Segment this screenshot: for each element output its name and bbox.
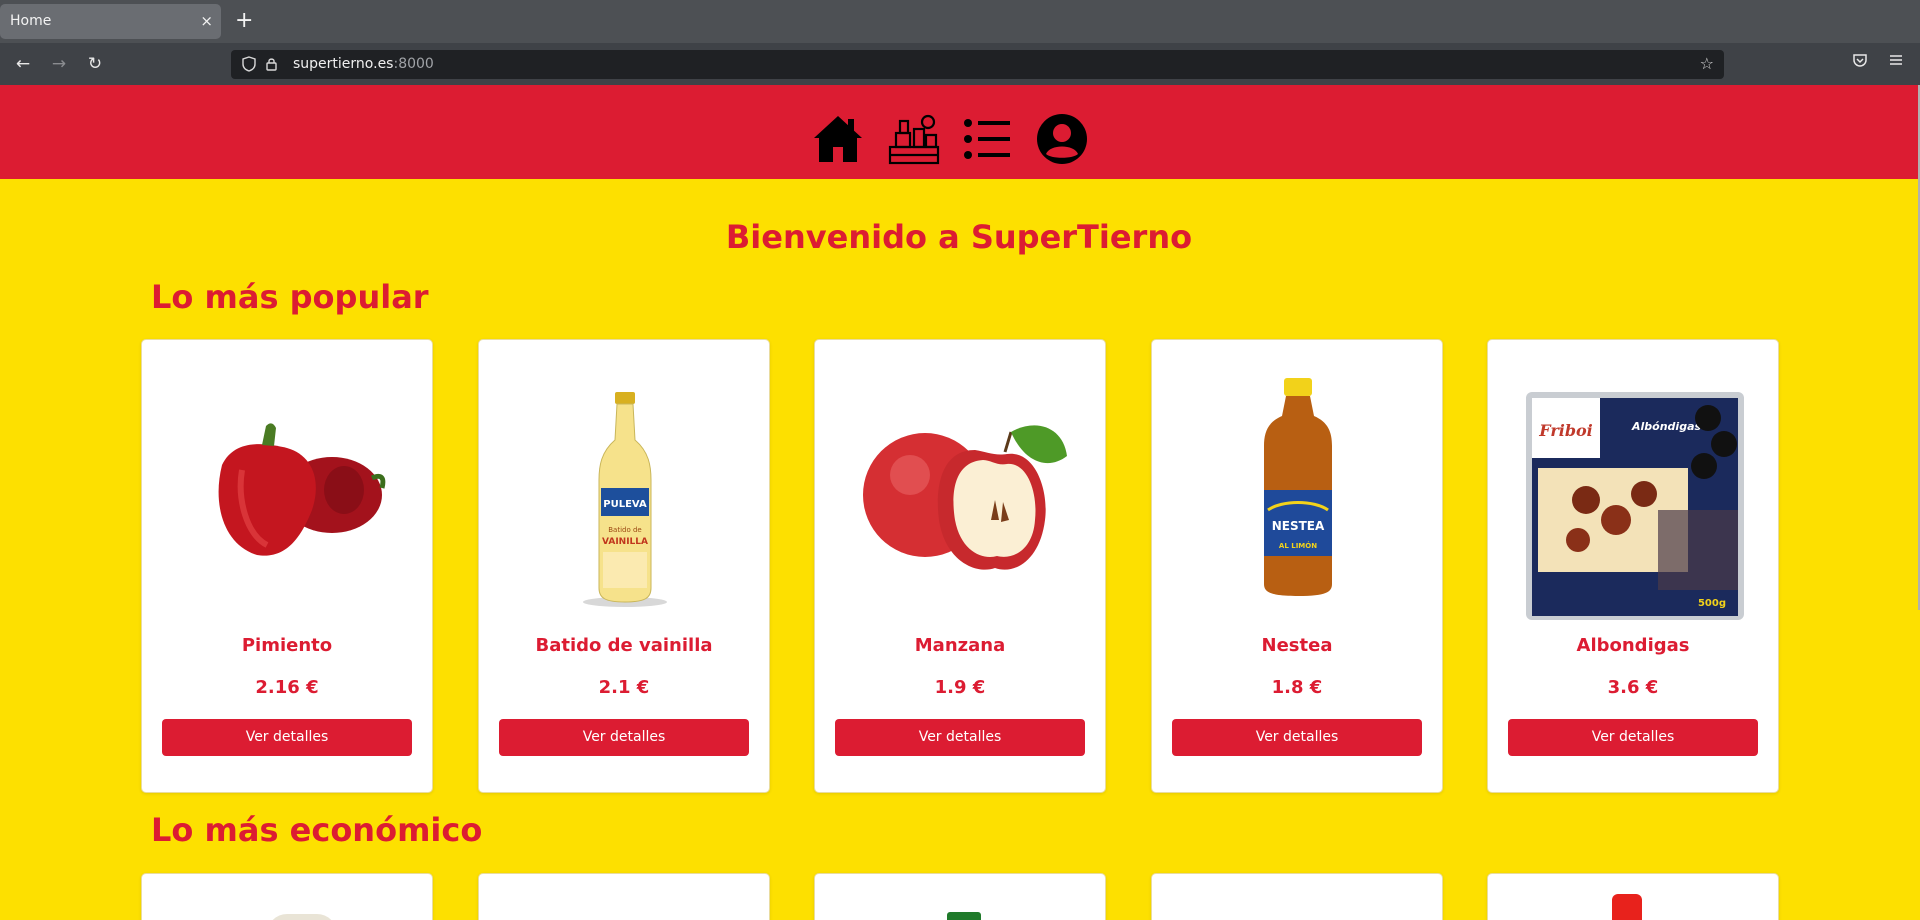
url-text: supertierno.es:8000: [293, 56, 434, 72]
browser-tab[interactable]: Home ×: [0, 4, 221, 39]
menu-hamburger-icon[interactable]: [1888, 52, 1904, 72]
product-card: [478, 873, 770, 920]
back-arrow-icon[interactable]: ←: [12, 53, 34, 75]
product-name: Nestea: [1261, 635, 1333, 656]
product-image-nestea[interactable]: NESTEA AL LIMÓN: [1172, 360, 1424, 622]
new-tab-icon[interactable]: +: [235, 9, 253, 33]
product-price: 1.8 €: [1271, 677, 1323, 698]
home-icon[interactable]: [812, 113, 864, 165]
svg-text:Friboi: Friboi: [1538, 421, 1593, 440]
product-image-apple[interactable]: [835, 360, 1087, 622]
svg-text:AL LIMÓN: AL LIMÓN: [1279, 541, 1317, 550]
product-price: 3.6 €: [1607, 677, 1659, 698]
product-name: Manzana: [914, 635, 1006, 656]
svg-text:NESTEA: NESTEA: [1272, 519, 1325, 533]
product-name: Albondigas: [1576, 635, 1690, 656]
view-details-button[interactable]: Ver detalles: [1172, 719, 1422, 756]
svg-text:PULEVA: PULEVA: [603, 499, 647, 510]
list-icon[interactable]: [962, 113, 1014, 165]
svg-text:VAINILLA: VAINILLA: [602, 537, 648, 547]
product-card: PULEVA Batido de VAINILLA Batido de vain…: [478, 339, 770, 793]
product-image-vanilla-shake[interactable]: PULEVA Batido de VAINILLA: [499, 360, 751, 622]
view-details-button[interactable]: Ver detalles: [499, 719, 749, 756]
address-bar[interactable]: supertierno.es:8000 ☆: [231, 50, 1724, 79]
product-card: [141, 873, 433, 920]
product-card: [1487, 873, 1779, 920]
browser-toolbar: ← → ↻ supertierno.es:8000 ☆: [0, 43, 1920, 85]
browser-tab-strip: Home × +: [0, 0, 1920, 43]
svg-text:Albóndigas: Albóndigas: [1631, 420, 1701, 433]
shield-lock-icon: [241, 55, 281, 77]
product-name: Batido de vainilla: [535, 635, 713, 656]
groceries-icon[interactable]: [888, 113, 940, 165]
product-card: Friboi Albóndigas 500g Albondigas 3.6 € …: [1487, 339, 1779, 793]
product-card: Manzana 1.9 € Ver detalles: [814, 339, 1106, 793]
section-title-popular: Lo más popular: [151, 278, 429, 316]
product-price: 2.1 €: [598, 677, 650, 698]
view-details-button[interactable]: Ver detalles: [1508, 719, 1758, 756]
section-title-cheapest: Lo más económico: [151, 811, 483, 849]
product-image-partial[interactable]: [947, 912, 981, 920]
product-image-partial[interactable]: [267, 914, 337, 920]
welcome-heading: Bienvenido a SuperTierno: [725, 218, 1193, 256]
product-price: 1.9 €: [934, 677, 986, 698]
user-icon[interactable]: [1036, 113, 1088, 165]
svg-text:500g: 500g: [1698, 598, 1726, 609]
bookmark-star-icon[interactable]: ☆: [1700, 54, 1714, 73]
tab-close-icon[interactable]: ×: [200, 4, 213, 39]
product-card: [1151, 873, 1443, 920]
tab-title: Home: [10, 13, 52, 29]
svg-text:Batido de: Batido de: [608, 526, 641, 534]
product-card: NESTEA AL LIMÓN Nestea 1.8 € Ver detalle…: [1151, 339, 1443, 793]
product-card: Pimiento 2.16 € Ver detalles: [141, 339, 433, 793]
reload-icon[interactable]: ↻: [84, 53, 106, 75]
product-name: Pimiento: [241, 635, 333, 656]
forward-arrow-icon[interactable]: →: [48, 53, 70, 75]
pocket-icon[interactable]: [1852, 52, 1868, 72]
view-details-button[interactable]: Ver detalles: [835, 719, 1085, 756]
product-image-partial[interactable]: [1612, 894, 1642, 920]
product-image-meatballs[interactable]: Friboi Albóndigas 500g: [1508, 360, 1760, 622]
product-image-pepper[interactable]: [162, 360, 414, 622]
view-details-button[interactable]: Ver detalles: [162, 719, 412, 756]
product-price: 2.16 €: [255, 677, 319, 698]
product-card: [814, 873, 1106, 920]
site-header: [0, 85, 1918, 179]
